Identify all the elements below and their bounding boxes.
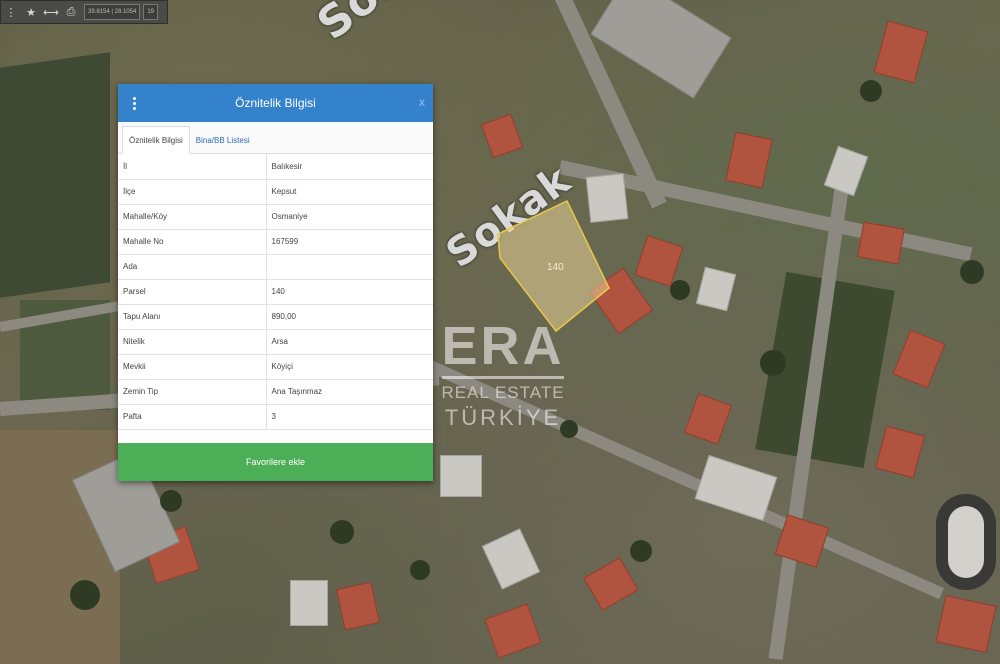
attribute-panel: Öznitelik Bilgisi x Öznitelik Bilgisi Bi… <box>118 84 433 481</box>
add-to-favorites-button[interactable]: Favorilere ekle <box>118 443 433 481</box>
watermark-logo: ERA REAL ESTATE TÜRKİYE <box>438 318 568 431</box>
table-row: Nitelik Arsa <box>118 329 433 355</box>
attr-key: Zemin Tip <box>118 379 267 405</box>
table-row: Ada <box>118 254 433 280</box>
attr-key: Mahalle/Köy <box>118 204 267 230</box>
parcel-number-label: 140 <box>547 262 564 273</box>
attr-value: 140 <box>266 279 433 305</box>
attr-key: İlçe <box>118 179 267 205</box>
print-icon[interactable]: ⎙ <box>61 1 81 23</box>
attr-key: Tapu Alanı <box>118 304 267 330</box>
menu-dots-icon[interactable]: ⋮ <box>1 1 21 23</box>
table-row: Tapu Alanı 890,00 <box>118 304 433 330</box>
tab-attribute-info[interactable]: Öznitelik Bilgisi <box>122 126 190 154</box>
table-row: Mahalle No 167599 <box>118 229 433 255</box>
attr-value: Köyiçi <box>266 354 433 380</box>
attr-value <box>266 254 433 280</box>
attr-value: Osmaniye <box>266 204 433 230</box>
watermark-brand: ERA <box>441 316 565 376</box>
close-icon[interactable]: x <box>419 95 425 109</box>
panel-header: Öznitelik Bilgisi x <box>118 84 433 122</box>
watermark-country: TÜRKİYE <box>444 405 562 430</box>
attr-value: Balıkesir <box>266 154 433 180</box>
table-row: Mahalle/Köy Osmaniye <box>118 204 433 230</box>
star-icon[interactable]: ★ <box>21 1 41 23</box>
coordinate-field[interactable]: 39.8154 | 28.1054 <box>84 4 141 20</box>
attr-key: Ada <box>118 254 267 280</box>
attr-key: Mevkii <box>118 354 267 380</box>
table-row: Mevkii Köyiçi <box>118 354 433 380</box>
map-toolbar: ⋮ ★ ⟷ ⎙ 39.8154 | 28.1054 19 <box>0 0 168 24</box>
measure-icon[interactable]: ⟷ <box>41 1 61 23</box>
table-row: Parsel 140 <box>118 279 433 305</box>
attr-value: 890,00 <box>266 304 433 330</box>
panel-title: Öznitelik Bilgisi <box>235 96 316 110</box>
attr-value: Arsa <box>266 329 433 355</box>
attr-key: Mahalle No <box>118 229 267 255</box>
watermark-divider <box>442 376 564 379</box>
watermark-subtitle: REAL ESTATE <box>441 383 565 402</box>
attr-key: Pafta <box>118 404 267 430</box>
attr-value: Ana Taşınmaz <box>266 379 433 405</box>
coord-x: 39.8154 <box>88 9 110 15</box>
watermark-ring-icon <box>936 494 996 590</box>
table-row: İlçe Kepsut <box>118 179 433 205</box>
attr-value: Kepsut <box>266 179 433 205</box>
tab-building-list[interactable]: Bina/BB Listesi <box>190 127 256 153</box>
attr-key: Parsel <box>118 279 267 305</box>
zoom-field[interactable]: 19 <box>143 4 158 20</box>
attr-value: 167599 <box>266 229 433 255</box>
table-row: Zemin Tip Ana Taşınmaz <box>118 379 433 405</box>
table-row: Pafta 3 <box>118 404 433 430</box>
attr-key: İl <box>118 154 267 180</box>
attribute-table: İl Balıkesir İlçe Kepsut Mahalle/Köy Osmani… <box>118 154 433 430</box>
attr-value: 3 <box>266 404 433 430</box>
panel-tabs: Öznitelik Bilgisi Bina/BB Listesi <box>118 122 433 154</box>
coord-y: 28.1054 <box>114 9 137 15</box>
table-row: İl Balıkesir <box>118 154 433 180</box>
attr-key: Nitelik <box>118 329 267 355</box>
